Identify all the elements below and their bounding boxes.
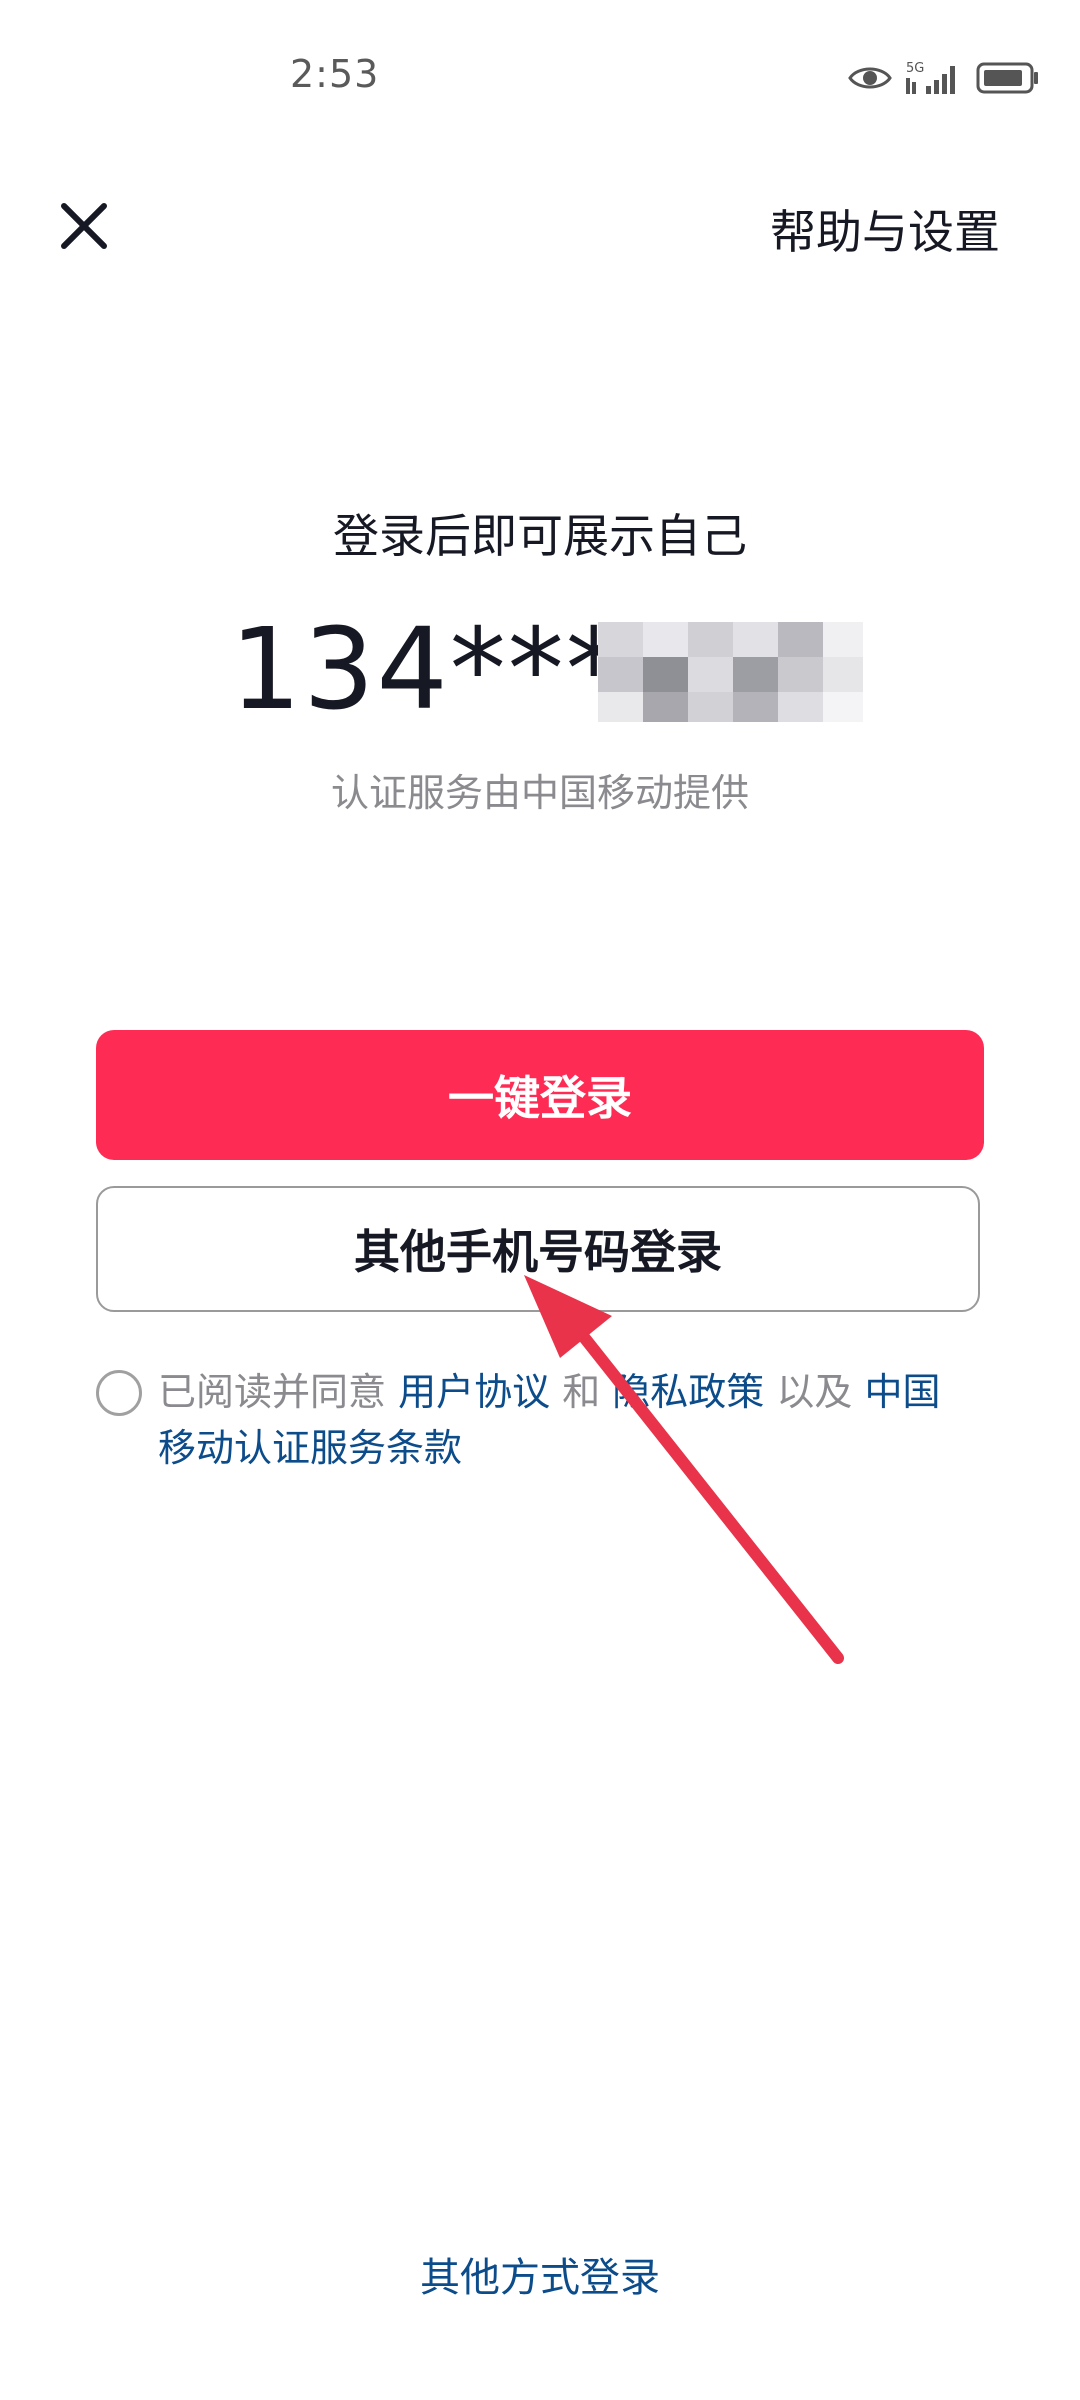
status-icons: 5G: [848, 58, 1040, 98]
provider-note: 认证服务由中国移动提供: [330, 771, 749, 815]
agreement-also: 以及: [764, 1370, 865, 1414]
help-settings-link[interactable]: 帮助与设置: [770, 196, 1000, 262]
status-time: 2:53: [290, 52, 380, 96]
other-login-methods-link[interactable]: 其他方式登录: [0, 2245, 1080, 2303]
status-bar: 2:53 5G: [0, 0, 1080, 150]
battery-icon: [976, 62, 1038, 94]
pixelated-phone-digits: [598, 612, 868, 732]
close-icon: [61, 203, 107, 249]
user-agreement-link[interactable]: 用户协议: [398, 1370, 550, 1414]
5g-signal-icon: 5G: [906, 61, 955, 94]
other-phone-login-button[interactable]: 其他手机号码登录: [96, 1186, 980, 1312]
agreement-text: 已阅读并同意 用户协议 和 隐私政策 以及 中国移动认证服务条款: [158, 1364, 978, 1476]
network-label: 5G: [906, 61, 924, 76]
close-button[interactable]: [48, 190, 118, 260]
privacy-policy-link[interactable]: 隐私政策: [612, 1370, 764, 1414]
agreement-and: 和: [550, 1370, 613, 1414]
login-subtitle: 登录后即可展示自己: [333, 509, 747, 563]
one-click-login-button[interactable]: 一键登录: [96, 1030, 984, 1160]
agreement-checkbox[interactable]: [96, 1370, 142, 1416]
eye-icon: [848, 67, 892, 89]
agreement-prefix: 已阅读并同意: [158, 1370, 399, 1414]
